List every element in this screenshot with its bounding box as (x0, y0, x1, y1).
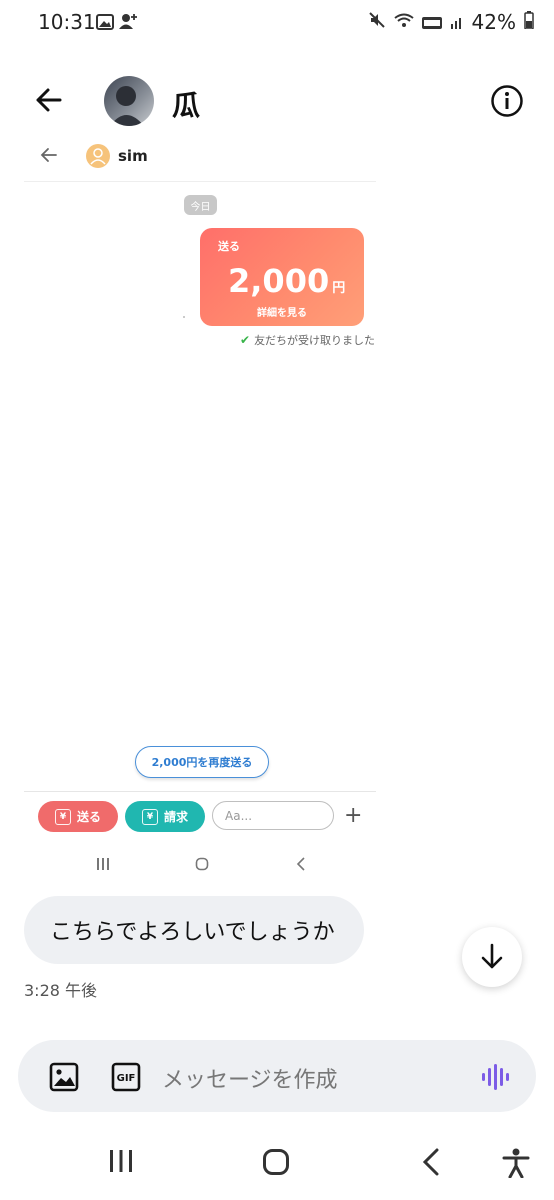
wifi-icon (393, 10, 414, 34)
money-amount-value: 2,000 (228, 262, 330, 300)
battery-percent: 42% (471, 10, 516, 34)
gif-icon[interactable]: GIF (110, 1061, 142, 1093)
money-card-details-link: 詳細を見る (257, 308, 307, 319)
date-chip: 今日 (184, 195, 217, 215)
recent-apps-icon[interactable] (108, 1148, 134, 1178)
message-timestamp: 3:28 午後 (24, 981, 98, 1000)
add-contact-notification-icon (118, 12, 138, 34)
received-text: 友だちが受け取りました (254, 334, 376, 347)
gallery-notification-icon (96, 14, 114, 34)
status-time: 10:31 (38, 10, 96, 34)
home-icon[interactable] (262, 1148, 290, 1180)
inner-divider (24, 181, 376, 182)
dot-marker (183, 316, 185, 318)
inner-plus-icon: + (344, 803, 363, 828)
inner-request-button: ¥ 請求 (125, 801, 205, 832)
inner-back-arrow-icon (38, 146, 60, 164)
inner-request-label: 請求 (163, 810, 188, 824)
message-bubble[interactable]: こちらでよろしいでしょうか (24, 896, 364, 964)
scroll-down-icon (481, 943, 503, 969)
info-icon[interactable] (490, 84, 524, 118)
conversation-title: 瓜 (172, 89, 201, 122)
inner-avatar (86, 144, 110, 168)
inner-recent-apps-icon (96, 856, 110, 875)
inner-home-icon (195, 856, 209, 875)
inner-send-button: ¥ 送る (38, 801, 118, 832)
check-icon: ✔ (240, 333, 251, 347)
received-status: ✔ 友だちが受け取りました (240, 332, 375, 348)
money-card-label: 送る (218, 240, 240, 253)
volte-icon (421, 10, 442, 34)
inner-nav-back-icon (296, 856, 306, 875)
mute-icon (368, 10, 386, 34)
money-card-amount: 2,000 円 (228, 262, 345, 300)
inner-contact-name: sim (118, 147, 148, 165)
inner-send-label: 送る (76, 810, 101, 824)
status-right: 42% (368, 10, 534, 34)
money-transfer-card: 送る 2,000 円 詳細を見る (200, 228, 364, 326)
nav-back-icon[interactable] (422, 1148, 440, 1180)
image-icon[interactable] (48, 1061, 80, 1093)
battery-icon (524, 10, 534, 34)
back-arrow-icon[interactable] (30, 82, 70, 118)
inner-message-input: Aa... (212, 801, 334, 830)
svg-text:GIF: GIF (117, 1073, 136, 1084)
message-input[interactable]: メッセージを作成 (162, 1062, 338, 1094)
resend-button: 2,000円を再度送る (135, 746, 269, 778)
scroll-down-button[interactable] (462, 927, 522, 987)
contact-avatar[interactable] (104, 76, 154, 126)
accessibility-icon[interactable] (502, 1148, 530, 1182)
yen-icon: ¥ (141, 808, 158, 825)
inner-divider-bottom (24, 791, 376, 792)
yen-icon: ¥ (54, 808, 71, 825)
money-amount-unit: 円 (332, 281, 346, 296)
voice-icon[interactable] (480, 1063, 510, 1091)
signal-icon (450, 10, 464, 34)
